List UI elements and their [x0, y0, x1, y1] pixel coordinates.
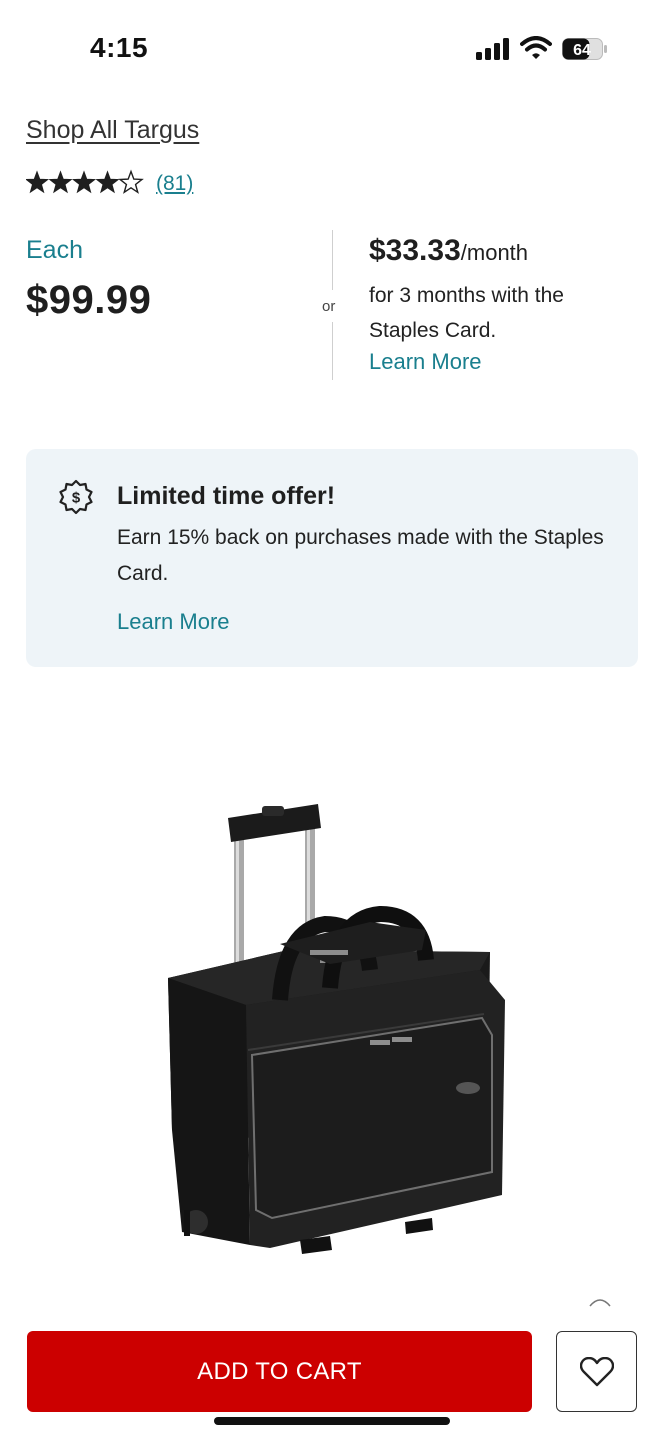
- star-empty-icon: [118, 169, 144, 194]
- monthly-unit: /month: [460, 240, 529, 265]
- financing-learn-more-link[interactable]: Learn More: [369, 349, 482, 375]
- cellular-signal-icon: [476, 38, 509, 60]
- divider: [332, 230, 333, 290]
- add-to-cart-button[interactable]: ADD TO CART: [27, 1331, 532, 1412]
- shop-all-brand-link[interactable]: Shop All Targus: [26, 116, 199, 145]
- monthly-terms: for 3 months with the Staples Card.: [369, 284, 564, 342]
- review-count-link[interactable]: (81): [156, 172, 193, 196]
- favorite-button[interactable]: [556, 1331, 637, 1412]
- rolling-laptop-case-image[interactable]: [160, 800, 520, 1260]
- monthly-amount: $33.33: [369, 234, 461, 267]
- star-filled-icon: [95, 170, 120, 194]
- wifi-icon: [520, 36, 552, 59]
- promo-learn-more-link[interactable]: Learn More: [117, 609, 230, 635]
- promo-title: Limited time offer!: [117, 482, 336, 510]
- home-indicator: [214, 1417, 450, 1425]
- svg-text:$: $: [72, 490, 81, 507]
- battery-icon: 64: [562, 38, 607, 60]
- product-price: $99.99: [26, 278, 152, 322]
- star-filled-icon: [71, 170, 97, 194]
- each-label: Each: [26, 236, 83, 264]
- status-time: 4:15: [90, 32, 149, 63]
- heart-icon: [579, 1356, 614, 1386]
- monthly-payment: $33.33/month: [369, 234, 528, 268]
- star-filled-icon: [48, 170, 73, 194]
- battery-level: 64: [573, 42, 591, 59]
- star-rating: [26, 169, 144, 194]
- carousel-indicator-icon: [589, 1299, 611, 1307]
- star-filled-icon: [26, 170, 50, 194]
- promo-body: Earn 15% back on purchases made with the…: [117, 526, 604, 585]
- dollar-badge-icon: $: [59, 479, 93, 515]
- or-label: or: [322, 298, 336, 315]
- divider: [332, 322, 333, 380]
